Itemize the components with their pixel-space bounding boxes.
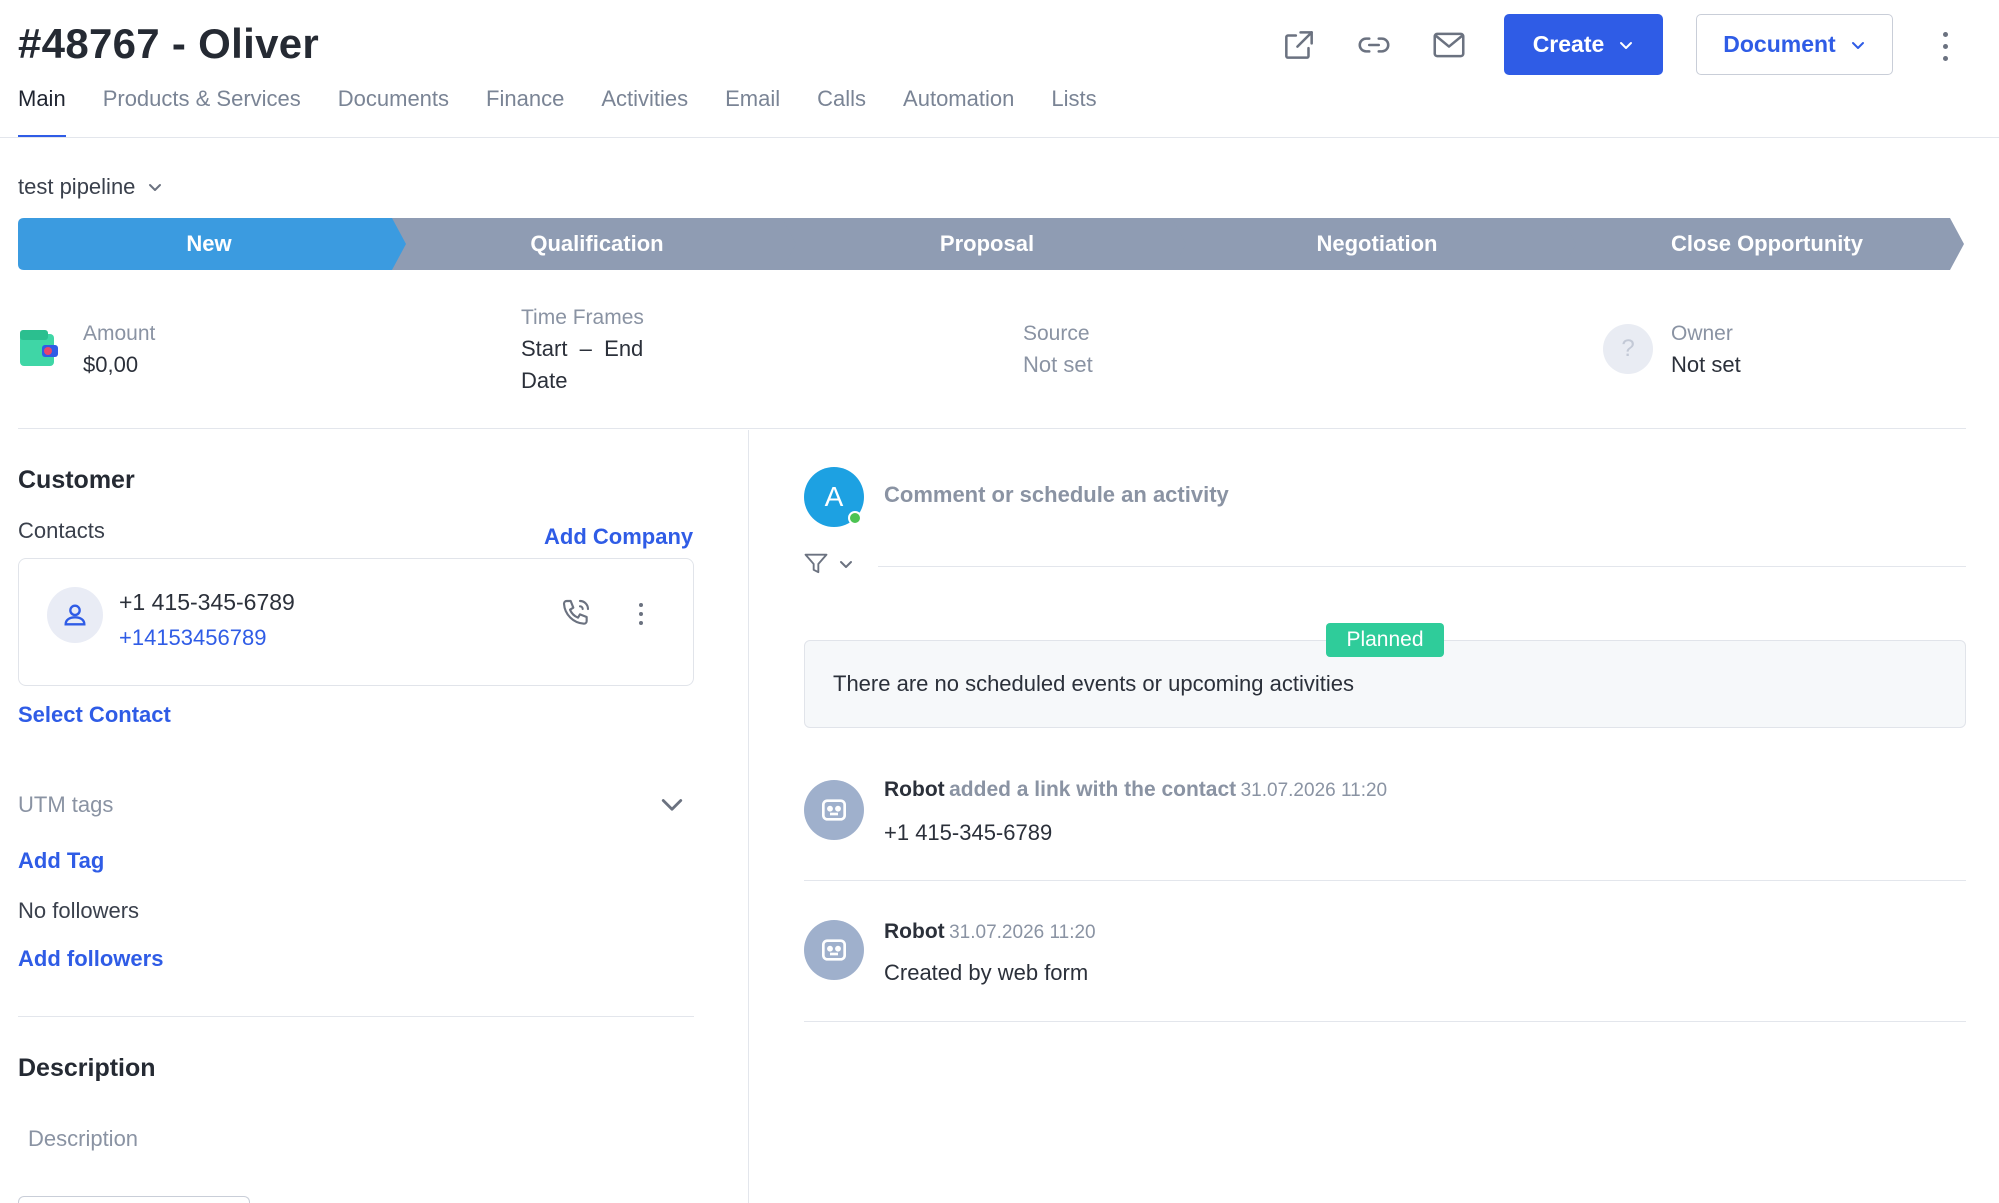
owner-avatar: ? [1603, 324, 1653, 374]
wallet-icon [18, 328, 62, 375]
stage-negotiation[interactable]: Negotiation [1186, 218, 1568, 270]
planned-badge: Planned [1326, 623, 1444, 657]
stage-proposal[interactable]: Proposal [796, 218, 1178, 270]
create-button[interactable]: Create [1504, 14, 1663, 75]
source-label: Source [1023, 322, 1090, 345]
owner-value: Not set [1671, 352, 1741, 377]
feed-action: added a link with the contact [949, 778, 1237, 801]
feed-text: +1 415-345-6789 [884, 820, 1053, 845]
chevron-down-icon [149, 184, 162, 191]
create-button-label: Create [1532, 31, 1605, 57]
contact-card: +1 415-345-6789 +14153456789 [18, 558, 694, 686]
tab-email[interactable]: Email [725, 86, 780, 138]
header-divider [0, 137, 1999, 138]
contact-more-icon[interactable] [633, 601, 649, 627]
feed-author: Robot [884, 778, 945, 801]
external-link-icon[interactable] [1276, 22, 1322, 68]
phone-call-icon[interactable] [560, 597, 592, 634]
customer-title: Customer [18, 466, 135, 494]
feed-item-header: Robot 31.07.2026 11:20 [884, 920, 1096, 944]
summary-divider [18, 428, 1966, 429]
amount-label: Amount [83, 322, 156, 345]
pipeline-selector[interactable]: test pipeline [18, 174, 163, 200]
document-button[interactable]: Document [1696, 14, 1893, 75]
document-button-label: Document [1723, 31, 1836, 57]
contact-avatar [47, 587, 103, 643]
robot-icon [822, 799, 846, 821]
planned-empty-text: There are no scheduled events or upcomin… [833, 671, 1354, 696]
filter-icon [804, 553, 828, 574]
feed-author: Robot [884, 920, 945, 943]
description-title: Description [18, 1054, 156, 1082]
description-field[interactable]: Description [28, 1126, 138, 1152]
select-contact-link[interactable]: Select Contact [18, 702, 171, 728]
owner-label: Owner [1671, 322, 1733, 345]
add-tag-link[interactable]: Add Tag [18, 848, 104, 874]
pipeline-stages: New Qualification Proposal Negotiation C… [18, 218, 1964, 270]
timeframes-date: Date [521, 368, 568, 393]
tab-automation[interactable]: Automation [903, 86, 1014, 138]
link-icon[interactable] [1351, 22, 1397, 68]
pipeline-name: test pipeline [18, 174, 136, 199]
no-followers-text: No followers [18, 898, 140, 923]
feed-item-header: Robot added a link with the contact 31.0… [884, 778, 1387, 802]
feed-divider [804, 1021, 1966, 1022]
column-divider [748, 430, 749, 1203]
more-options-icon[interactable] [1930, 24, 1960, 68]
page-title: #48767 - Oliver [18, 20, 320, 67]
timeframes-label: Time Frames [521, 306, 644, 329]
mail-icon[interactable] [1426, 22, 1472, 68]
contact-phone-link[interactable]: +14153456789 [119, 625, 266, 651]
feed-text: Created by web form [884, 960, 1089, 985]
timeframes-start-end: Start – End [521, 336, 644, 361]
filter-divider [878, 566, 1966, 567]
tab-products-services[interactable]: Products & Services [103, 86, 301, 138]
user-icon [64, 604, 86, 626]
feed-date: 31.07.2026 11:20 [949, 922, 1096, 943]
robot-avatar [804, 920, 864, 980]
add-followers-link[interactable]: Add followers [18, 946, 163, 972]
tab-activities[interactable]: Activities [601, 86, 688, 138]
chevron-down-icon[interactable] [658, 790, 686, 823]
robot-avatar [804, 780, 864, 840]
tab-finance[interactable]: Finance [486, 86, 564, 138]
chevron-down-icon [840, 561, 852, 568]
contacts-label: Contacts [18, 518, 105, 543]
add-company-link[interactable]: Add Company [544, 524, 693, 550]
feed-date: 31.07.2026 11:20 [1240, 780, 1388, 801]
tab-documents[interactable]: Documents [338, 86, 449, 138]
stage-close-opportunity[interactable]: Close Opportunity [1576, 218, 1958, 270]
filter-dropdown[interactable] [802, 550, 854, 578]
amount-value[interactable]: $0,00 [83, 352, 155, 378]
online-status-dot [848, 511, 862, 525]
stage-qualification[interactable]: Qualification [406, 218, 788, 270]
stage-new[interactable]: New [18, 218, 400, 270]
tab-main[interactable]: Main [18, 86, 66, 138]
source-block[interactable]: Source Not set [1023, 322, 1093, 378]
robot-icon [822, 939, 846, 961]
feed-divider [804, 880, 1966, 881]
contact-name[interactable]: +1 415-345-6789 [119, 589, 295, 616]
chevron-down-icon [1620, 41, 1633, 49]
description-input-edge [18, 1196, 250, 1203]
comment-input[interactable]: Comment or schedule an activity [884, 482, 1229, 508]
timeframes-block[interactable]: Time Frames Start – End Date [521, 306, 644, 394]
amount-block: Amount $0,00 [83, 322, 155, 378]
left-divider [18, 1016, 694, 1017]
owner-block[interactable]: Owner Not set [1671, 322, 1741, 378]
source-value: Not set [1023, 352, 1093, 377]
tab-calls[interactable]: Calls [817, 86, 866, 138]
utm-tags-label: UTM tags [18, 792, 114, 817]
chevron-down-icon [1851, 41, 1864, 49]
tab-lists[interactable]: Lists [1051, 86, 1096, 138]
tab-bar: Main Products & Services Documents Finan… [18, 86, 1134, 138]
